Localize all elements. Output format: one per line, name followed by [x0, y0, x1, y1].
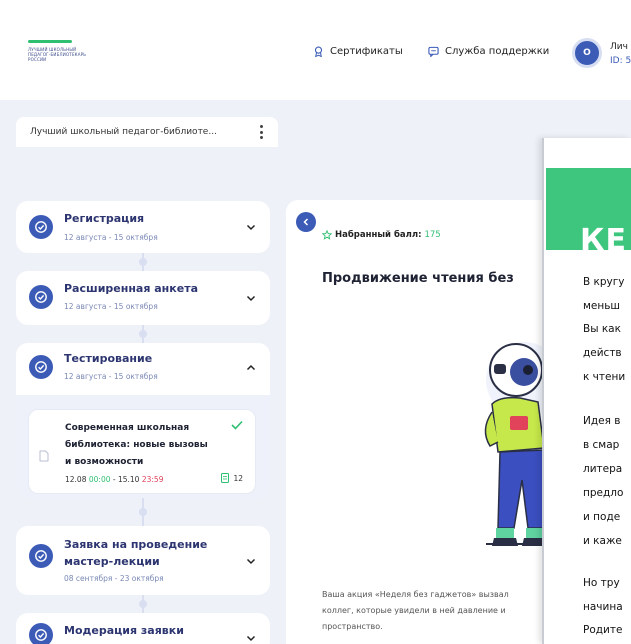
end-date: 15.10 [117, 475, 140, 484]
chevron-up-icon[interactable] [246, 363, 256, 373]
step-extended-form[interactable]: Расширенная анкета 12 августа - 15 октяб… [16, 271, 270, 325]
account-info[interactable]: Лич ID: 5 [610, 40, 631, 68]
test-card[interactable]: Современная школьная библиотека: новые в… [28, 409, 256, 494]
score: Набранный балл: 175 [322, 230, 441, 240]
attempts-counter: 12 [221, 473, 243, 483]
logo-line-3: РОССИИ [28, 57, 47, 62]
nav-support[interactable]: Служба поддержки [428, 46, 549, 57]
avatar-initial: О [583, 48, 591, 58]
score-value: 175 [424, 230, 441, 240]
attempts-value: 12 [233, 473, 243, 483]
character-illustration [484, 342, 544, 546]
account-label: Лич [610, 42, 628, 52]
test-title: Современная школьная библиотека: новые в… [65, 423, 208, 467]
step-masterclass-application[interactable]: Заявка на проведение мастер-лекции 08 се… [16, 526, 270, 595]
document-overlay[interactable]: КЕ [542, 138, 631, 644]
step-connector-dot [139, 508, 147, 516]
test-dates: 12.08 00:00 - 15.10 23:59 [65, 475, 163, 484]
overlay-text-line: к чтени [583, 371, 626, 383]
step-title: Расширенная анкета [64, 282, 198, 295]
overlay-text-line: и поде [583, 511, 621, 523]
back-button[interactable] [296, 212, 316, 232]
task-title: Продвижение чтения без [322, 271, 514, 286]
overlay-text-line: начина [583, 601, 623, 613]
overlay-text-line: Идея в [583, 415, 621, 427]
step-date: 12 августа - 15 октября [64, 302, 158, 311]
document-icon [39, 450, 49, 462]
step-title: Тестирование [64, 352, 153, 365]
course-tab[interactable]: Лучший школьный педагог-библиоте... [16, 117, 278, 147]
step-moderation[interactable]: Модерация заявки [16, 613, 270, 644]
overlay-text-line: и каже [583, 535, 622, 547]
chevron-down-icon[interactable] [246, 293, 256, 303]
logo[interactable]: ЛУЧШИЙ ШКОЛЬНЫЙ ПЕДАГОГ-БИБЛИОТЕКАРЬ РОС… [28, 40, 108, 66]
overlay-text-line: Вы как [583, 323, 621, 335]
check-icon [231, 420, 243, 430]
start-time: 00:00 [88, 475, 111, 484]
logo-mark [28, 40, 72, 43]
overlay-text-line: предло [583, 487, 624, 499]
step-done-icon [29, 623, 53, 644]
step-connector-dot [139, 258, 147, 266]
banner-text: КЕ [580, 223, 628, 258]
step-title: Модерация заявки [64, 624, 184, 637]
account-id: ID: 5 [610, 56, 631, 66]
step-registration[interactable]: Регистрация 12 августа - 15 октября [16, 201, 270, 253]
star-icon [322, 230, 332, 240]
chevron-left-icon [303, 218, 309, 226]
overlay-text-line: в смар [583, 439, 620, 451]
start-date: 12.08 [65, 475, 87, 484]
attempts-icon [221, 473, 230, 483]
award-icon [314, 46, 323, 57]
task-description-line-3: пространство. [322, 622, 383, 631]
nav-support-label: Служба поддержки [445, 46, 550, 57]
step-done-icon [29, 544, 53, 568]
task-description: Ваша акция «Неделя без гаджетов» вызвал … [322, 587, 542, 635]
step-title-line-1: Заявка на проведение [64, 538, 208, 551]
chat-icon [428, 46, 439, 57]
overlay-text-line: В кругу [583, 276, 625, 288]
end-time: 23:59 [141, 475, 164, 484]
step-date: 08 сентября - 23 октября [64, 574, 164, 583]
overlay-text-line: Родите [583, 624, 623, 636]
step-connector-dot [139, 600, 147, 608]
nav-certificates-label: Сертификаты [330, 46, 403, 57]
step-done-icon [29, 355, 53, 379]
overlay-text-line: действ [583, 347, 622, 359]
score-label: Набранный балл: [335, 230, 422, 240]
step-done-icon [29, 285, 53, 309]
step-date: 12 августа - 15 октября [64, 233, 158, 242]
course-tab-label: Лучший школьный педагог-библиоте... [30, 127, 217, 137]
step-done-icon [29, 215, 53, 239]
more-options-icon[interactable] [260, 125, 264, 139]
step-title: Регистрация [64, 212, 145, 225]
header: ЛУЧШИЙ ШКОЛЬНЫЙ ПЕДАГОГ-БИБЛИОТЕКАРЬ РОС… [0, 0, 631, 100]
task-description-line-1: Ваша акция «Неделя без гаджетов» вызвал [322, 590, 509, 599]
overlay-text-line: литера [583, 463, 623, 475]
step-title-line-2: мастер-лекции [64, 555, 160, 568]
overlay-text-line: меньш [583, 300, 621, 312]
document-banner: КЕ [546, 168, 631, 258]
chevron-down-icon[interactable] [246, 556, 256, 566]
overlay-text-line: Но тру [583, 577, 620, 589]
chevron-down-icon[interactable] [246, 222, 256, 232]
step-connector-dot [139, 330, 147, 338]
step-date: 12 августа - 15 октября [64, 372, 158, 381]
date-separator: - [110, 475, 118, 484]
chevron-down-icon[interactable] [246, 633, 256, 643]
task-description-line-2: коллег, которые увидели в ней давление и [322, 606, 506, 615]
nav-certificates[interactable]: Сертификаты [313, 46, 403, 57]
avatar[interactable]: О [572, 38, 602, 68]
